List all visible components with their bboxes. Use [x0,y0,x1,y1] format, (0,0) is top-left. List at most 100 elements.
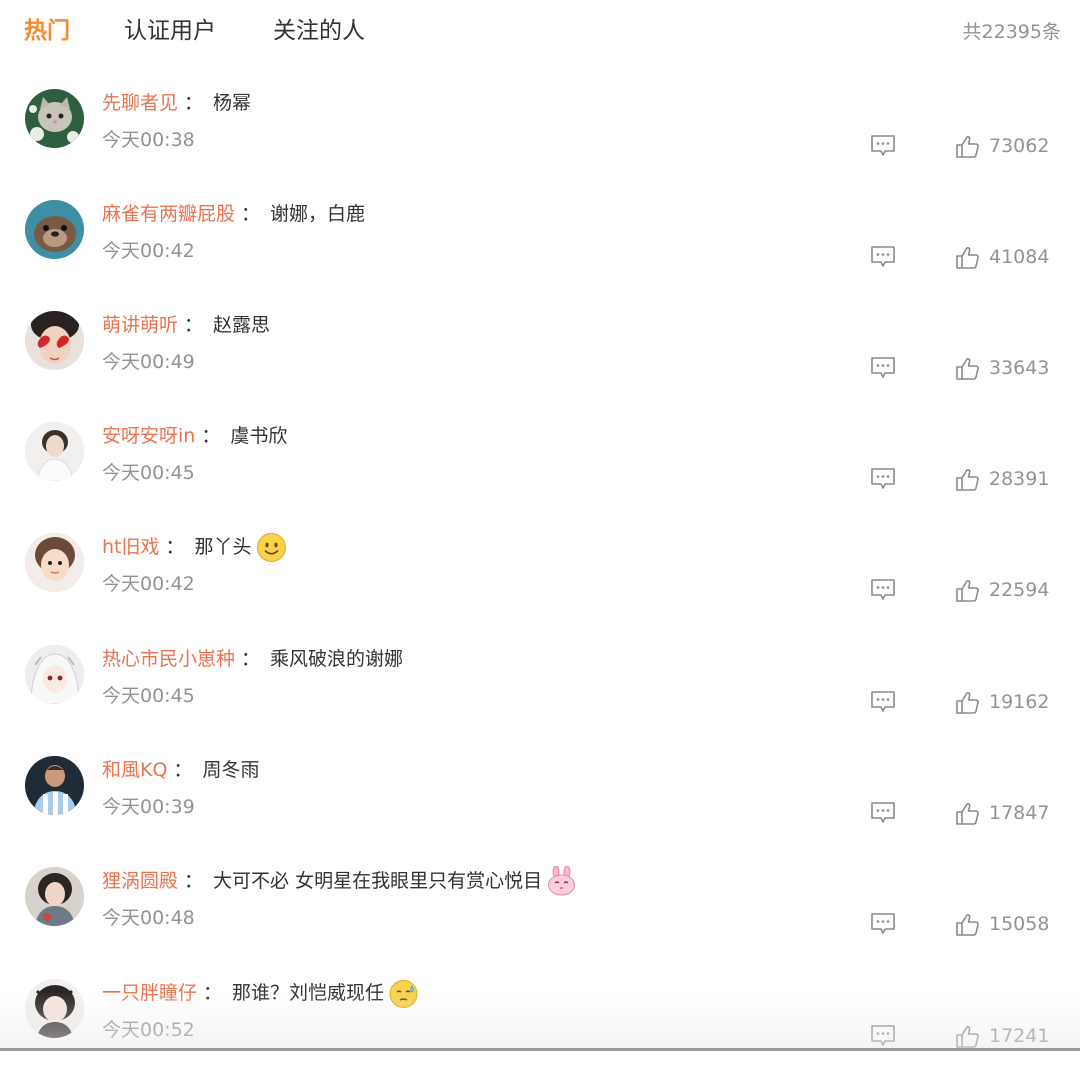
like-count: 19162 [989,691,1050,713]
username-link[interactable]: 麻雀有两瓣屁股 [102,199,235,229]
like-count: 73062 [989,135,1050,157]
comment-item: 一只胖瞳仔 ： 那谁？刘恺威现任 今天00:52 17241 [0,979,1080,1090]
separator: ： [165,536,185,558]
child-avatar-icon [25,533,84,592]
comment-line: ht旧戏 ： 那丫头 [102,532,287,562]
comment-text: 杨幂 [213,92,252,114]
avatar[interactable] [25,311,84,370]
comment-bubble-icon [871,135,895,156]
avatar[interactable] [25,645,84,704]
username-link[interactable]: 先聊者见 [102,88,178,118]
reply-button[interactable] [870,133,896,159]
like-count: 41084 [989,246,1050,268]
thumbs-up-icon [956,913,979,936]
comment-time: 今天00:42 [102,573,195,595]
comment-bubble-icon [871,913,895,934]
like-count: 15058 [989,913,1050,935]
comment-text: 谢娜，白鹿 [270,203,366,225]
like-button[interactable]: 73062 [955,131,1049,161]
username-link[interactable]: 狸涡圆殿 [102,866,178,896]
comment-time: 今天00:38 [102,129,195,151]
avatar[interactable] [25,979,84,1038]
like-button[interactable]: 17847 [955,798,1049,828]
doll-avatar-icon [25,979,84,1038]
avatar[interactable] [25,533,84,592]
comment-bubble-icon [871,802,895,823]
comment-time: 今天00:45 [102,685,195,707]
sweat-emoji-icon [388,978,419,1009]
comment-line: 萌讲萌听 ： 赵露思 [102,310,270,340]
comment-line: 热心市民小崽种 ： 乘风破浪的谢娜 [102,644,403,674]
reply-button[interactable] [870,800,896,826]
reply-button[interactable] [870,911,896,937]
comment-bubble-icon [871,579,895,600]
like-count: 22594 [989,579,1050,601]
avatar[interactable] [25,867,84,926]
heart-glasses-avatar-icon [25,311,84,370]
comment-bubble-icon [871,1025,895,1046]
comment-text: 虞书欣 [230,425,288,447]
like-button[interactable]: 17241 [955,1021,1049,1051]
cat-avatar-icon [25,89,84,148]
username-link[interactable]: 一只胖瞳仔 [102,978,197,1008]
like-button[interactable]: 33643 [955,353,1049,383]
reply-button[interactable] [870,355,896,381]
username-link[interactable]: 和風KQ [102,755,167,785]
comment-time: 今天00:48 [102,907,195,929]
thumbs-up-icon [956,246,979,269]
like-button[interactable]: 41084 [955,242,1049,272]
comment-text: 那丫头 [194,536,252,558]
thumbs-up-icon [956,1025,979,1048]
comment-line: 麻雀有两瓣屁股 ： 谢娜，白鹿 [102,199,365,229]
like-count: 28391 [989,468,1050,490]
reply-button[interactable] [870,1023,896,1049]
separator: ： [203,982,223,1004]
comment-item: 狸涡圆殿 ： 大可不必 女明星在我眼里只有赏心悦目 今天00:48 15058 [0,865,1080,978]
separator: ： [241,648,261,670]
comment-list: 先聊者见 ： 杨幂 今天00:38 73062 麻雀有两瓣屁股 ： 谢娜，白鹿 … [0,0,1080,1051]
username-link[interactable]: 萌讲萌听 [102,310,178,340]
comment-bubble-icon [871,357,895,378]
comment-text: 赵露思 [213,314,271,336]
separator: ： [184,870,204,892]
comment-item: 先聊者见 ： 杨幂 今天00:38 73062 [0,89,1080,200]
like-button[interactable]: 22594 [955,575,1049,605]
comment-item: 麻雀有两瓣屁股 ： 谢娜，白鹿 今天00:42 41084 [0,200,1080,311]
thumbs-up-icon [956,135,979,158]
comment-line: 安呀安呀in ： 虞书欣 [102,421,287,451]
comment-line: 狸涡圆殿 ： 大可不必 女明星在我眼里只有赏心悦目 [102,865,577,896]
comment-line: 和風KQ ： 周冬雨 [102,755,259,785]
avatar[interactable] [25,89,84,148]
avatar[interactable] [25,422,84,481]
comment-time: 今天00:52 [102,1019,195,1041]
comment-bubble-icon [871,691,895,712]
comment-time: 今天00:39 [102,796,195,818]
like-button[interactable]: 28391 [955,464,1049,494]
footballer-avatar-icon [25,756,84,815]
username-link[interactable]: ht旧戏 [102,532,160,562]
like-count: 33643 [989,357,1050,379]
like-button[interactable]: 15058 [955,909,1049,939]
girl-avatar-icon [25,422,84,481]
like-button[interactable]: 19162 [955,687,1049,717]
separator: ： [241,203,261,225]
separator: ： [184,92,204,114]
avatar[interactable] [25,200,84,259]
comment-text: 那谁？刘恺威现任 [232,982,385,1004]
like-count: 17847 [989,802,1050,824]
reply-button[interactable] [870,689,896,715]
separator: ： [184,314,204,336]
username-link[interactable]: 热心市民小崽种 [102,644,235,674]
comment-item: 安呀安呀in ： 虞书欣 今天00:45 28391 [0,422,1080,533]
comment-line: 一只胖瞳仔 ： 那谁？刘恺威现任 [102,978,419,1008]
reply-button[interactable] [870,244,896,270]
separator: ： [201,425,221,447]
reply-button[interactable] [870,466,896,492]
thumbs-up-icon [956,579,979,602]
otter-avatar-icon [25,200,84,259]
avatar[interactable] [25,756,84,815]
reply-button[interactable] [870,577,896,603]
username-link[interactable]: 安呀安呀in [102,421,195,451]
thumbs-up-icon [956,691,979,714]
comment-item: 和風KQ ： 周冬雨 今天00:39 17847 [0,756,1080,867]
